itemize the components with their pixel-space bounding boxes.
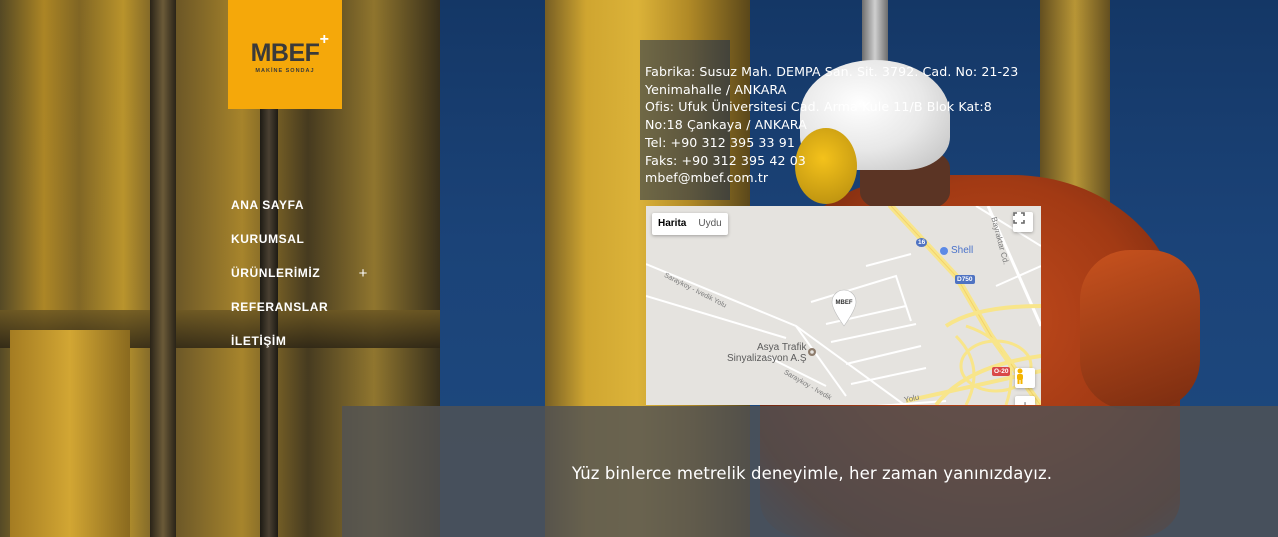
worker-arm: [1080, 250, 1200, 410]
fullscreen-icon-glyph: [1013, 212, 1025, 224]
nav-item-label: ANA SAYFA: [231, 198, 305, 212]
nav-item-label: REFERANSLAR: [231, 300, 329, 314]
nav-item-iletisim[interactable]: İLETİŞİM: [231, 324, 371, 358]
factory-address-line1: Fabrika: Susuz Mah. DEMPA San. Sit. 3792…: [645, 64, 1019, 79]
poi-shell[interactable]: Shell: [951, 245, 973, 256]
map-type-control: Harita Uydu: [652, 213, 728, 235]
logo-wordmark: MBEF +: [250, 32, 329, 67]
drill-rod: [150, 0, 176, 537]
drill-mast-base: [10, 330, 130, 537]
map-type-harita[interactable]: Harita: [652, 213, 692, 235]
nav-item-label: KURUMSAL: [231, 232, 305, 246]
main-nav: ANA SAYFA KURUMSAL ÜRÜNLERİMİZ + REFERAN…: [231, 188, 371, 358]
phone-number[interactable]: Tel: +90 312 395 33 91: [645, 134, 1065, 152]
email-link[interactable]: mbef@mbef.com.tr: [645, 169, 1065, 187]
slogan-text: Yüz binlerce metrelik deneyimle, her zam…: [571, 464, 1053, 483]
logo-subtitle: MAKİNE SONDAJ: [255, 68, 315, 74]
map-type-uydu[interactable]: Uydu: [692, 213, 727, 235]
road-shield-o20: O-20: [992, 367, 1011, 376]
office-address-line2: No:18 Çankaya / ANKARA: [645, 117, 807, 133]
office-address-line1: Ofis: Ufuk Üniversitesi Cad. Arma Kule 1…: [645, 99, 992, 115]
pegman-icon[interactable]: [1015, 368, 1035, 388]
expand-plus-icon[interactable]: +: [359, 265, 368, 282]
nav-item-urunlerimiz[interactable]: ÜRÜNLERİMİZ +: [231, 256, 371, 290]
pegman-glyph: [1017, 368, 1023, 384]
nav-item-kurumsal[interactable]: KURUMSAL: [231, 222, 371, 256]
road-shield-d750: D750: [955, 275, 975, 284]
contact-info: Fabrika: Susuz Mah. DEMPA San. Sit. 3792…: [645, 63, 1065, 187]
poi-asya-line2[interactable]: Sinyalizasyon A.Ş: [727, 353, 807, 364]
site-logo[interactable]: MBEF + MAKİNE SONDAJ: [228, 0, 342, 109]
nav-item-label: ÜRÜNLERİMİZ: [231, 266, 321, 280]
zoom-in-button[interactable]: +: [1015, 396, 1035, 405]
marker-label: MBEF: [835, 300, 853, 306]
logo-text: MBEF: [250, 39, 320, 67]
location-marker[interactable]: MBEF: [832, 292, 856, 326]
poi-asya-line1[interactable]: Asya Trafik: [757, 342, 806, 353]
factory-address-line2: Yenimahalle / ANKARA: [645, 81, 787, 97]
fullscreen-icon[interactable]: [1013, 212, 1033, 232]
fax-number: Faks: +90 312 395 42 03: [645, 152, 806, 168]
logo-plus-icon: +: [319, 31, 329, 48]
nav-item-ana-sayfa[interactable]: ANA SAYFA: [231, 188, 371, 222]
nav-item-referanslar[interactable]: REFERANSLAR: [231, 290, 371, 324]
location-map[interactable]: Harita Uydu + MBEF Shell Asya Trafik Sin…: [646, 206, 1041, 405]
slogan-band: Yüz binlerce metrelik deneyimle, her zam…: [342, 406, 1278, 537]
nav-item-label: İLETİŞİM: [231, 334, 287, 348]
